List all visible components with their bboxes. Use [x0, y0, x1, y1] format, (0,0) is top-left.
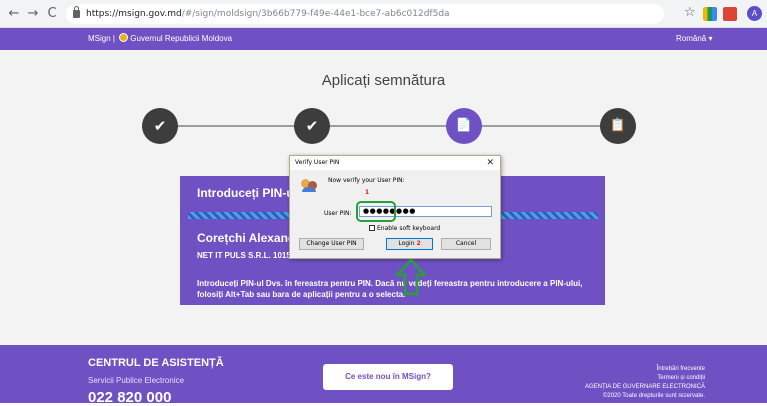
agency-name: AGENȚIA DE GUVERNARE ELECTRONICĂ: [584, 384, 705, 390]
extension-icon[interactable]: [703, 7, 717, 21]
support-title: CENTRUL DE ASISTENȚĂ: [88, 357, 224, 369]
login-label: Login: [398, 240, 415, 247]
whats-new-button[interactable]: Ce este nou în MSign?: [323, 364, 453, 390]
url-host: https://msign.gov.md: [86, 9, 182, 19]
dialog-titlebar: Verify User PIN ✕: [290, 156, 500, 170]
brand[interactable]: MSign | Guvernul Republicii Moldova: [88, 28, 232, 50]
users-icon: [301, 178, 317, 192]
language-dropdown[interactable]: Română ▾: [676, 28, 712, 50]
site-header: MSign | Guvernul Republicii Moldova Româ…: [0, 28, 767, 50]
dialog-message: Now verify your User PIN:: [328, 177, 405, 184]
signer-company: NET IT PULS S.R.L. 1015: [197, 251, 291, 260]
progress-line: [160, 125, 620, 127]
soft-keyboard-checkbox[interactable]: Enable soft keyboard: [369, 225, 440, 232]
login-button[interactable]: Login 2: [386, 238, 433, 250]
copyright: ©2020 Toate drepturile sunt rezervate.: [602, 393, 705, 399]
pin-panel-title: Introduceți PIN-ul: [197, 186, 297, 200]
coat-of-arms-icon: [119, 33, 129, 42]
forward-icon[interactable]: →: [25, 6, 41, 22]
annotation-step-2: 2: [416, 240, 421, 247]
step-3-document-icon: 📄: [446, 108, 482, 144]
url-path: /#/sign/moldsign/3b66b779-f49e-44e1-bce7…: [181, 9, 450, 19]
brand-separator: |: [110, 34, 118, 43]
step-1-check-icon: ✔: [142, 108, 178, 144]
annotation-arrow-icon: [395, 258, 427, 296]
terms-link[interactable]: Termeni și condiții: [585, 374, 705, 383]
footer-links: Întrebări frecvente Termeni și condiții …: [585, 365, 705, 401]
address-bar[interactable]: https://msign.gov.md/#/sign/moldsign/3b6…: [66, 4, 664, 24]
back-icon[interactable]: ←: [6, 6, 22, 22]
lock-icon: [73, 6, 80, 18]
extension-badge-icon[interactable]: [723, 7, 737, 21]
dialog-title: Verify User PIN: [295, 159, 340, 166]
step-4-clipboard-icon: 📋: [600, 108, 636, 144]
close-icon[interactable]: ✕: [486, 156, 494, 170]
annotation-step-1: 1: [365, 189, 370, 196]
change-pin-button[interactable]: Change User PIN: [299, 238, 364, 250]
gov-name: Guvernul Republicii Moldova: [130, 34, 233, 43]
footer: CENTRUL DE ASISTENȚĂ Servicii Publice El…: [0, 345, 767, 406]
verify-pin-dialog: Verify User PIN ✕ Now verify your User P…: [289, 155, 501, 259]
step-2-check-icon: ✔: [294, 108, 330, 144]
user-pin-label: User PIN:: [324, 210, 352, 217]
page-title: Aplicați semnătura: [321, 72, 446, 89]
annotation-highlight-box: [356, 201, 396, 222]
faq-link[interactable]: Întrebări frecvente: [585, 365, 705, 374]
cancel-button[interactable]: Cancel: [441, 238, 491, 250]
bookmark-star-icon[interactable]: ☆: [684, 5, 696, 20]
reload-icon[interactable]: C: [44, 6, 60, 22]
profile-avatar[interactable]: A: [747, 6, 762, 21]
browser-toolbar: ← → C https://msign.gov.md/#/sign/moldsi…: [0, 0, 767, 28]
support-subtitle: Servicii Publice Electronice: [88, 376, 185, 385]
soft-keyboard-label: Enable soft keyboard: [377, 225, 441, 232]
checkbox-icon[interactable]: [369, 225, 375, 231]
support-phone[interactable]: 022 820 000: [88, 389, 171, 406]
brand-name: MSign: [88, 34, 111, 43]
